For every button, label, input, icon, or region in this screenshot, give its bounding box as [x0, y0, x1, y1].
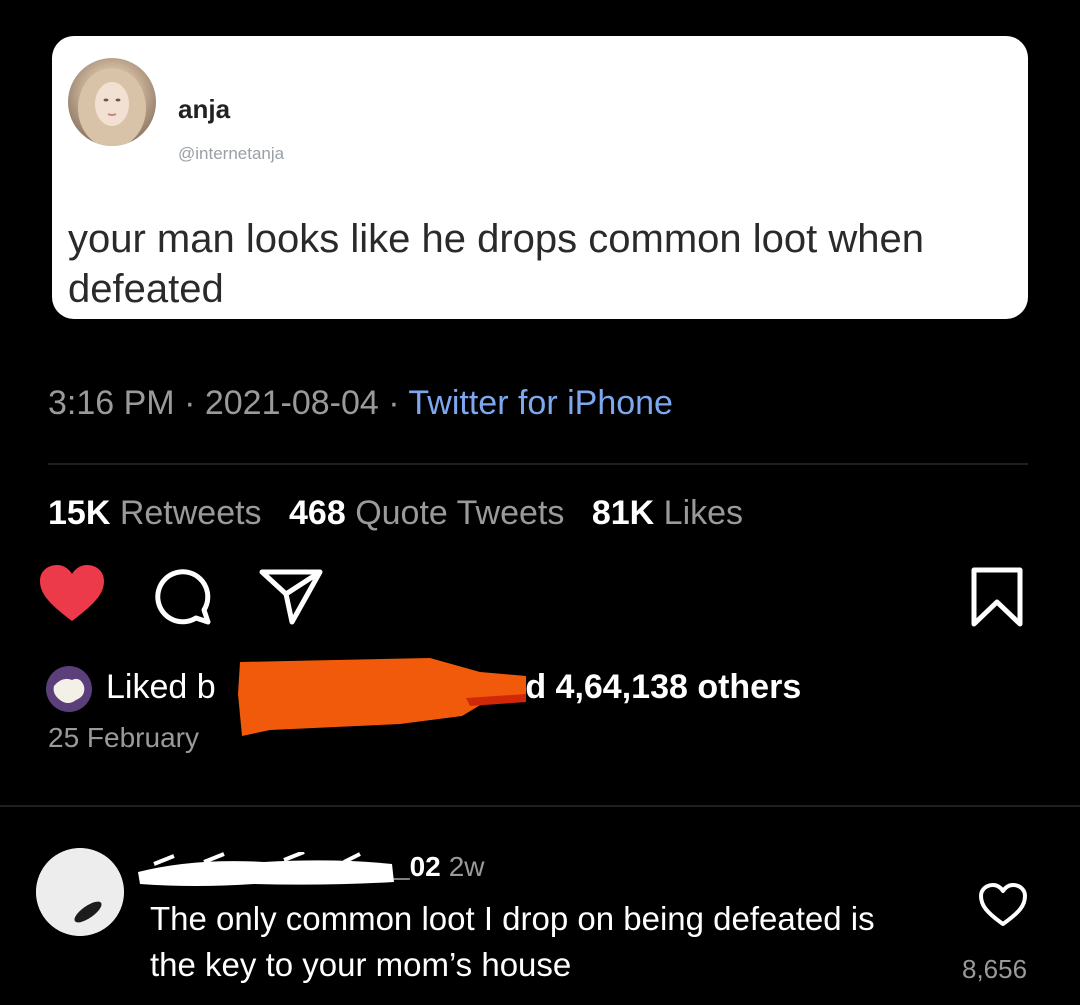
tweet-text: your man looks like he drops common loot… — [68, 217, 924, 311]
tweet-time: 3:16 PM — [48, 384, 175, 422]
comment-like-count: 8,656 — [962, 954, 1028, 984]
meta-separator: · — [184, 384, 205, 422]
retweets-count: 15K — [48, 494, 111, 532]
tweet-date: 2021-08-04 — [204, 384, 379, 422]
comment-icon[interactable] — [152, 566, 212, 626]
heart-outline-icon[interactable] — [978, 882, 1028, 928]
post-date: 25 February — [48, 722, 199, 753]
tweet-author-handle[interactable]: @internetanja — [178, 144, 284, 164]
meta-separator: · — [388, 384, 409, 422]
comment-time-ago: 2w — [448, 851, 485, 882]
share-icon[interactable] — [258, 566, 324, 626]
comment-text: The only common loot I drop on being def… — [150, 900, 875, 983]
save-icon[interactable] — [966, 566, 1028, 628]
comment-avatar[interactable] — [36, 848, 124, 936]
comment-username-suffix[interactable]: _02 — [394, 851, 441, 882]
quotes-label[interactable]: Quote Tweets — [355, 494, 564, 532]
divider — [0, 805, 1080, 807]
tweet-stats: 15K Retweets 468 Quote Tweets 81K Likes — [48, 494, 743, 533]
tweet-author-name[interactable]: anja — [178, 94, 230, 125]
liked-by-prefix: Liked b — [106, 668, 216, 706]
divider — [48, 463, 1028, 465]
likes-count: 81K — [591, 494, 655, 532]
tweet-source[interactable]: Twitter for iPhone — [408, 384, 673, 422]
likes-label[interactable]: Likes — [664, 494, 743, 532]
tweet-author-avatar[interactable] — [68, 58, 156, 146]
tweet-meta: 3:16 PM · 2021-08-04 · Twitter for iPhon… — [48, 384, 673, 423]
redaction-mark — [238, 658, 526, 736]
username-redaction — [138, 852, 394, 886]
comment-username[interactable]: _02 2w — [394, 851, 485, 883]
liked-by-others[interactable]: and 4,64,138 others — [486, 668, 802, 706]
retweets-label[interactable]: Retweets — [120, 494, 262, 532]
tweet-card[interactable]: anja @internetanja your man looks like h… — [52, 36, 1028, 319]
quotes-count: 468 — [289, 494, 346, 532]
liker-avatar[interactable] — [46, 666, 92, 712]
heart-icon[interactable] — [38, 563, 106, 625]
